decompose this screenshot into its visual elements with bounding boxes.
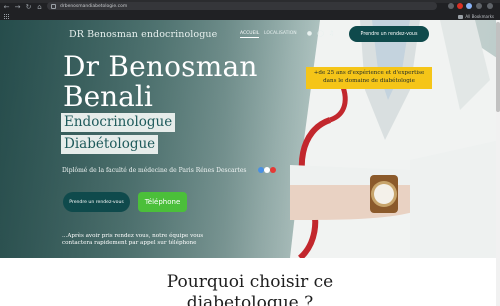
hero-name-line1: Dr Benosman (63, 50, 258, 83)
site-title[interactable]: DR Benosman endocrinologue (69, 29, 217, 40)
extension-icon[interactable] (448, 3, 454, 9)
experience-badge: +de 25 ans d'expérience et d'expertise d… (306, 67, 432, 89)
header-appointment-button[interactable]: Prendre un rendez-vous (349, 26, 429, 42)
extension-red-icon[interactable] (457, 3, 463, 9)
forward-icon[interactable]: → (13, 3, 22, 12)
contact-note-line1: ...Après avoir pris rendez vous, notre é… (62, 233, 204, 239)
tiktok-icon[interactable]: ♫ (328, 30, 335, 37)
specialty-diabetologue: Diabétologue (61, 135, 159, 154)
apps-grid-icon[interactable] (4, 14, 9, 19)
badge-line1: +de 25 ans d'expérience et d'expertise (313, 70, 425, 76)
all-bookmarks-label: All Bookmarks (465, 14, 494, 19)
contact-note-line2: contactera rapidement par appel sur télé… (62, 240, 197, 246)
window-control-icon[interactable] (487, 3, 493, 9)
why-title-line2: diabetologue ? (186, 293, 314, 306)
why-title-line1: Pourquoi choisir ce (166, 272, 334, 292)
profile-avatar-icon[interactable] (466, 3, 472, 9)
folder-icon (458, 14, 464, 19)
hero-name-line2: Benali (63, 80, 153, 113)
url-text: drbenosmandiabetologie.com (60, 3, 128, 9)
badge-line2: dans le domaine de diabétologie (323, 77, 415, 84)
kebab-menu-icon[interactable] (476, 3, 482, 9)
instagram-icon[interactable]: ◯ (317, 30, 324, 37)
all-bookmarks[interactable]: All Bookmarks (458, 14, 494, 19)
nav-localisation[interactable]: LOCALISATION (264, 31, 297, 36)
bookmarks-bar: All Bookmarks (0, 13, 500, 20)
home-icon[interactable]: ⌂ (35, 3, 44, 12)
hero-section: DR Benosman endocrinologue ACCUEIL LOCAL… (0, 20, 500, 258)
back-icon[interactable]: ← (2, 3, 11, 12)
browser-chrome: ← → ↻ ⌂ drbenosmandiabetologie.com All B… (0, 0, 500, 20)
reload-icon[interactable]: ↻ (24, 3, 33, 12)
site-info-icon[interactable] (51, 3, 56, 9)
scrollbar-thumb[interactable] (496, 22, 500, 112)
nav-accueil[interactable]: ACCUEIL (240, 31, 260, 38)
diploma-text: Diplômé de la faculté de médecine de Par… (62, 167, 247, 174)
appointment-button[interactable]: Prendre un rendez-vous (63, 192, 130, 212)
doctor-photo (290, 20, 500, 258)
address-bar[interactable]: drbenosmandiabetologie.com (47, 2, 437, 10)
facebook-icon[interactable]: ● (306, 30, 313, 37)
red-dot-icon (270, 167, 276, 173)
telephone-button[interactable]: Téléphone (138, 192, 187, 212)
specialty-endocrinologue: Endocrinologue (61, 113, 176, 132)
